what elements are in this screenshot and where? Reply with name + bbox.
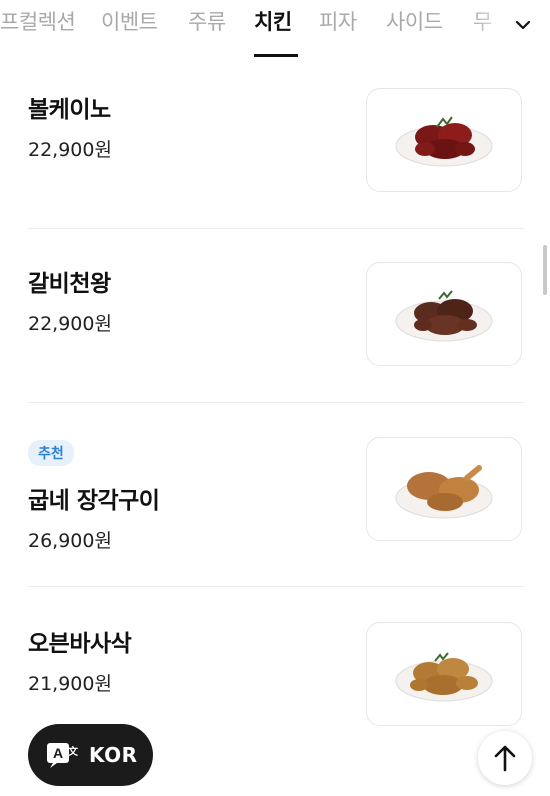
item-divider	[28, 228, 524, 229]
menu-item-name: 갈비천왕	[28, 271, 111, 297]
menu-item[interactable]: 오븐바사삭 21,900원	[28, 622, 524, 730]
menu-item-price: 22,900원	[28, 313, 112, 335]
menu-item[interactable]: 볼케이노 22,900원	[28, 88, 524, 196]
tab-chicken[interactable]: 치킨	[254, 6, 292, 36]
chicken-dish-image	[395, 116, 493, 167]
item-divider	[28, 402, 524, 403]
translate-icon: A 文	[47, 743, 78, 768]
menu-item-price: 26,900원	[28, 530, 112, 552]
recommend-badge: 추천	[28, 440, 74, 466]
menu-item-price: 22,900원	[28, 139, 112, 161]
menu-item-name: 굽네 장각구이	[28, 488, 160, 514]
menu-item[interactable]: 추천 굽네 장각구이 26,900원	[28, 437, 524, 552]
menu-item-image[interactable]	[366, 262, 522, 366]
tab-event[interactable]: 이벤트	[101, 6, 158, 36]
chicken-dish-image	[395, 290, 493, 342]
menu-item-name: 볼케이노	[28, 97, 111, 123]
tab-collection[interactable]: 프컬렉션	[0, 6, 76, 36]
category-tab-bar: 프컬렉션 이벤트 주류 치킨 피자 사이드 무	[0, 0, 550, 58]
menu-item-image[interactable]	[366, 437, 522, 541]
language-label: KOR	[89, 743, 138, 767]
arrow-up-icon	[494, 745, 516, 772]
active-tab-indicator	[254, 54, 298, 57]
tab-fade-overlay	[470, 0, 550, 54]
chicken-dish-image	[395, 465, 493, 519]
tab-pizza[interactable]: 피자	[319, 6, 357, 36]
scroll-top-button[interactable]	[478, 731, 532, 785]
menu-item-image[interactable]	[366, 622, 522, 726]
menu-item[interactable]: 갈비천왕 22,900원	[28, 262, 524, 370]
scrollbar-thumb[interactable]	[543, 245, 547, 295]
chicken-dish-image	[395, 652, 493, 702]
tab-liquor[interactable]: 주류	[188, 6, 226, 36]
svg-text:文: 文	[68, 745, 78, 758]
item-divider	[28, 586, 524, 587]
language-button[interactable]: A 文 KOR	[28, 724, 153, 786]
menu-item-name: 오븐바사삭	[28, 631, 132, 657]
chevron-down-icon[interactable]	[513, 15, 533, 35]
menu-item-image[interactable]	[366, 88, 522, 192]
menu-item-price: 21,900원	[28, 673, 112, 695]
svg-text:A: A	[53, 745, 63, 761]
tab-side[interactable]: 사이드	[386, 6, 443, 36]
